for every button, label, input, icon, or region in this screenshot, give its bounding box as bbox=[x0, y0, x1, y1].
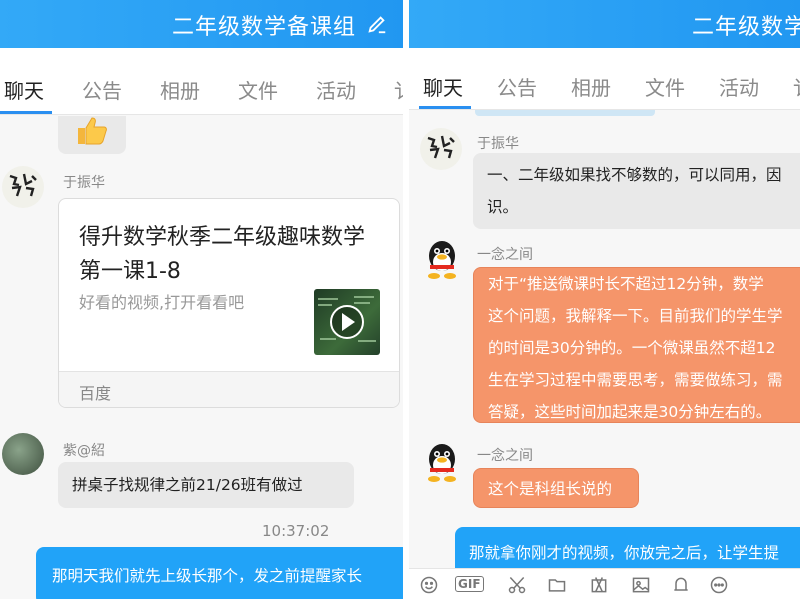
tab-active-underline bbox=[419, 106, 471, 109]
play-icon bbox=[318, 296, 376, 342]
own-message-bubble[interactable]: 那明天我们就先上级长那个，发之前提醒家长 bbox=[36, 547, 403, 599]
tab-files[interactable]: 文件 bbox=[645, 72, 685, 101]
tab-active-underline bbox=[0, 111, 52, 114]
sender-name: 紫@紹 bbox=[63, 443, 105, 459]
right-header: 二年级数学备课组 bbox=[409, 0, 800, 48]
message-text: 这个问题，我解释一下。目前我们的学生学 bbox=[488, 307, 783, 325]
tab-chat[interactable]: 聊天 bbox=[4, 75, 44, 104]
message-text: 对于“推送微课时长不超过12分钟，数学 bbox=[488, 275, 764, 293]
right-tab-bar: 聊天 公告 相册 文件 活动 讠 bbox=[409, 48, 800, 110]
edit-icon[interactable] bbox=[366, 13, 388, 35]
left-header: 二年级数学备课组 bbox=[0, 0, 403, 48]
message-text: 那明天我们就先上级长那个，发之前提醒家长 bbox=[52, 567, 363, 585]
avatar[interactable] bbox=[2, 166, 44, 208]
group-title: 二年级数学备课组 bbox=[172, 15, 357, 40]
timestamp: 10:37:02 bbox=[262, 522, 330, 540]
right-chat-panel: 二年级数学备课组 聊天 公告 相册 文件 活动 讠 于振华 一、二年级如果找不够… bbox=[409, 0, 800, 599]
tab-announcement[interactable]: 公告 bbox=[82, 75, 122, 104]
gif-icon[interactable]: GIF bbox=[455, 576, 484, 592]
sticker-bubble[interactable] bbox=[58, 116, 126, 154]
card-source: 百度 bbox=[79, 384, 112, 403]
tab-announcement[interactable]: 公告 bbox=[497, 72, 537, 101]
photo-edit-icon[interactable] bbox=[589, 575, 609, 595]
sender-name: 一念之间 bbox=[477, 247, 533, 263]
qq-penguin-avatar-icon[interactable] bbox=[421, 238, 463, 280]
message-text: 生在学习过程中需要思考，需要做练习，需 bbox=[488, 371, 783, 389]
message-bubble[interactable]: 这个是科组长说的 bbox=[473, 468, 639, 508]
tab-files[interactable]: 文件 bbox=[238, 75, 278, 104]
tab-chat[interactable]: 聊天 bbox=[423, 72, 463, 101]
calligraphy-avatar-icon bbox=[427, 135, 455, 159]
group-title: 二年级数学备课组 bbox=[692, 15, 800, 40]
thumbs-up-icon bbox=[78, 117, 107, 145]
shared-video-card[interactable]: 得升数学秋季二年级趣味数学第一课1-8 好看的视频,打开看看吧 百度 bbox=[58, 198, 400, 408]
message-bubble[interactable]: 对于“推送微课时长不超过12分钟，数学 这个问题，我解释一下。目前我们的学生学 … bbox=[473, 267, 800, 423]
message-bubble[interactable]: 一、二年级如果找不够数的，可以同用，因 识。 bbox=[473, 153, 800, 229]
avatar[interactable] bbox=[420, 128, 462, 170]
calligraphy-avatar-icon bbox=[9, 173, 37, 197]
bell-icon[interactable] bbox=[671, 575, 691, 595]
avatar[interactable] bbox=[2, 433, 44, 475]
tab-activity[interactable]: 活动 bbox=[316, 75, 356, 104]
message-text: 这个是科组长说的 bbox=[488, 480, 613, 498]
message-bubble[interactable]: 拼桌子找规律之前21/26班有做过 bbox=[58, 462, 354, 508]
emoji-icon[interactable] bbox=[419, 575, 439, 595]
tab-album[interactable]: 相册 bbox=[160, 75, 200, 104]
message-text: 识。 bbox=[487, 198, 519, 216]
message-text: 那就拿你刚才的视频，你放完之后，让学生提 bbox=[469, 544, 780, 562]
input-toolbar: GIF bbox=[409, 568, 800, 599]
more-icon[interactable] bbox=[709, 575, 729, 595]
tab-activity[interactable]: 活动 bbox=[719, 72, 759, 101]
message-text: 拼桌子找规律之前21/26班有做过 bbox=[72, 476, 303, 494]
card-description: 好看的视频,打开看看吧 bbox=[79, 293, 245, 312]
left-tab-bar: 聊天 公告 相册 文件 活动 讠 bbox=[0, 48, 403, 115]
tab-more[interactable]: 讠 bbox=[394, 75, 403, 104]
qq-penguin-avatar-icon[interactable] bbox=[421, 441, 463, 483]
previous-bubble-edge bbox=[475, 110, 655, 116]
card-footer: 百度 bbox=[59, 371, 399, 407]
tab-album[interactable]: 相册 bbox=[571, 72, 611, 101]
sender-name: 一念之间 bbox=[477, 448, 533, 464]
image-icon[interactable] bbox=[631, 575, 651, 595]
message-text: 答疑，这些时间加起来是30分钟左右的。 bbox=[488, 403, 772, 421]
sender-name: 于振华 bbox=[63, 175, 105, 191]
tab-more[interactable]: 讠 bbox=[793, 72, 800, 101]
screenshot-stage: 二年级数学备课组 聊天 公告 相册 文件 活动 讠 于 bbox=[0, 0, 800, 599]
folder-icon[interactable] bbox=[547, 575, 567, 595]
sender-name: 于振华 bbox=[477, 136, 519, 152]
message-text: 的时间是30分钟的。一个微课虽然不超12 bbox=[488, 339, 776, 357]
message-text: 一、二年级如果找不够数的，可以同用，因 bbox=[487, 166, 782, 184]
card-title: 得升数学秋季二年级趣味数学第一课1-8 bbox=[79, 225, 366, 284]
scissors-icon[interactable] bbox=[507, 575, 527, 595]
video-thumbnail[interactable] bbox=[314, 289, 380, 355]
left-chat-panel: 二年级数学备课组 聊天 公告 相册 文件 活动 讠 于 bbox=[0, 0, 403, 599]
